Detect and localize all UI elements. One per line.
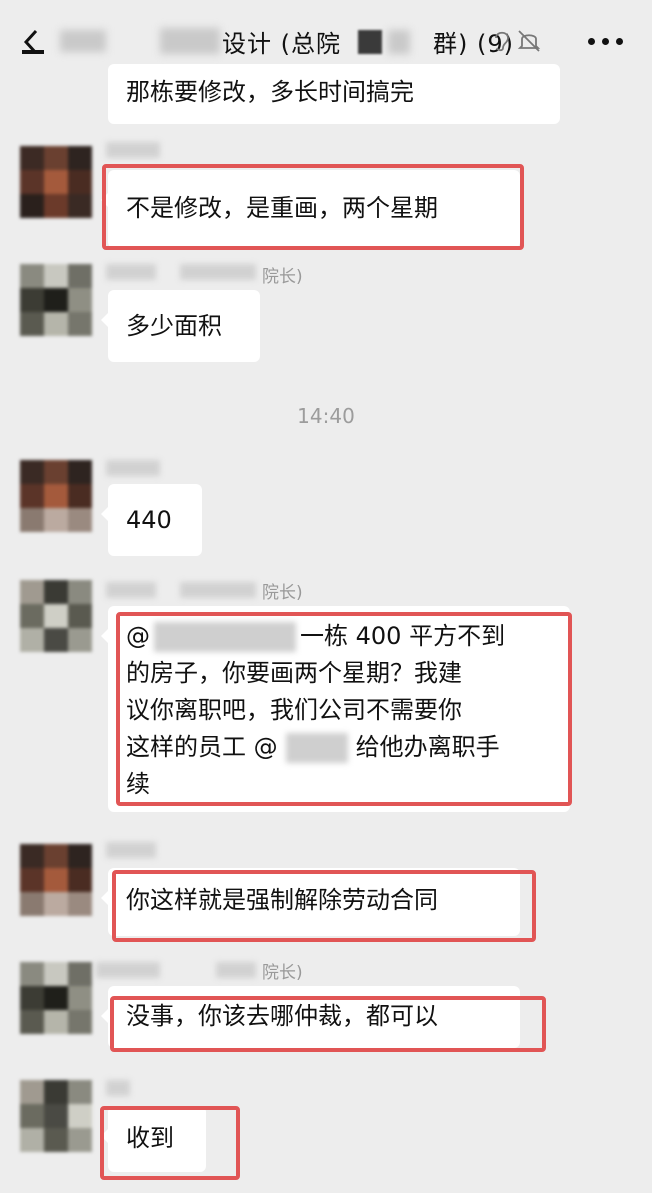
sender-nickname (180, 264, 256, 280)
title-part1: 设计 (总院 (222, 30, 341, 58)
message-text: 440 (126, 506, 172, 534)
more-icon[interactable] (588, 38, 624, 48)
sender-role: 院长) (262, 583, 303, 603)
back-icon[interactable] (22, 28, 46, 56)
blurred-title-block-2 (388, 30, 410, 54)
sender-name (106, 264, 156, 280)
avatar[interactable] (20, 844, 92, 916)
message-bubble: 440 (101, 484, 202, 556)
sender-nickname (180, 582, 256, 598)
sender-name (106, 142, 160, 158)
sender-name (106, 1080, 130, 1096)
avatar[interactable] (20, 146, 92, 218)
highlight-box (112, 870, 536, 942)
sender-name (106, 460, 160, 476)
avatar[interactable] (20, 264, 92, 336)
message-bubble: 多少面积 (101, 290, 260, 362)
sender-role: 院长) (262, 267, 303, 287)
sender-role: 院长) (262, 963, 303, 983)
avatar[interactable] (20, 460, 92, 532)
highlight-box (116, 612, 572, 806)
sender-name (96, 962, 160, 978)
blurred-group-name (160, 28, 220, 54)
highlight-box (102, 164, 524, 250)
ear-icon (495, 31, 509, 52)
message-bubble: 那栋要修改，多长时间搞完 (108, 64, 560, 124)
blurred-header-text (60, 30, 106, 52)
avatar[interactable] (20, 580, 92, 652)
highlight-box (110, 996, 546, 1052)
highlight-box (100, 1106, 240, 1180)
timestamp: 14:40 (297, 404, 355, 428)
blurred-title-block (358, 30, 382, 54)
mute-icon (517, 30, 541, 52)
sender-name (106, 582, 156, 598)
message-text: 那栋要修改，多长时间搞完 (126, 78, 414, 106)
avatar[interactable] (20, 962, 92, 1034)
avatar[interactable] (20, 1080, 92, 1152)
sender-name (106, 842, 156, 858)
sender-nickname (216, 962, 256, 978)
message-text: 多少面积 (126, 312, 222, 340)
